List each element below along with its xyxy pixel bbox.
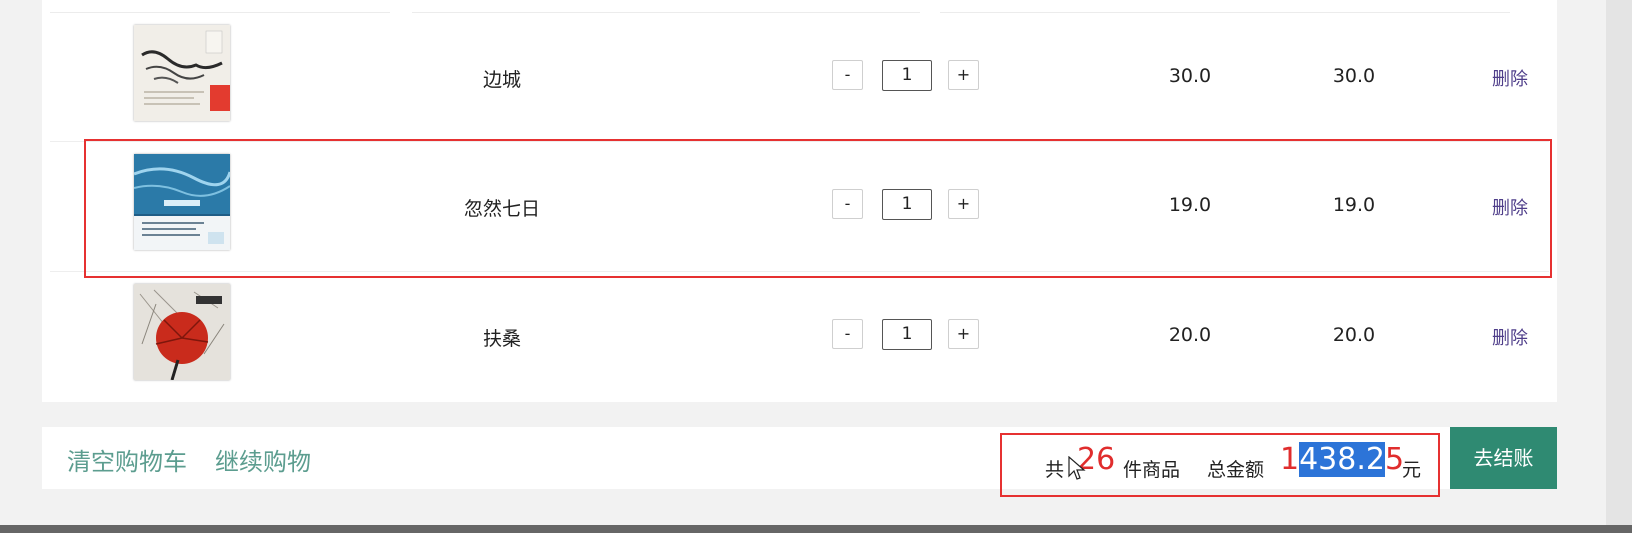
item-count-suffix: 件商品 xyxy=(1123,459,1181,481)
continue-shopping-link[interactable]: 继续购物 xyxy=(215,442,311,477)
unit-price: 30.0 xyxy=(1168,65,1212,87)
book-cover-image[interactable] xyxy=(134,25,230,121)
quantity-decrease-button[interactable]: - xyxy=(832,319,863,349)
clear-cart-link[interactable]: 清空购物车 xyxy=(67,442,187,477)
delete-link[interactable]: 删除 xyxy=(1492,65,1528,91)
book-title: 边城 xyxy=(482,69,521,91)
table-row: 扶桑 - 1 + 20.0 20.0 删除 xyxy=(42,271,1557,401)
delete-link[interactable]: 删除 xyxy=(1492,324,1528,350)
row-subtotal: 20.0 xyxy=(1332,324,1376,346)
row-highlight-annotation xyxy=(84,139,1552,278)
quantity-increase-button[interactable]: + xyxy=(948,60,979,90)
mouse-cursor-icon xyxy=(1068,455,1086,482)
bottom-edge-bar xyxy=(0,525,1632,533)
total-amount-part: 1 xyxy=(1280,442,1300,477)
total-amount: 1438.25 xyxy=(1280,442,1404,477)
total-prefix: 共 xyxy=(1045,459,1065,481)
row-subtotal: 30.0 xyxy=(1332,65,1376,87)
currency-label: 元 xyxy=(1402,459,1422,481)
total-amount-label: 总金额 xyxy=(1207,459,1265,481)
table-row: 边城 - 1 + 30.0 30.0 删除 xyxy=(42,12,1557,142)
quantity-input[interactable]: 1 xyxy=(882,319,932,350)
book-title: 扶桑 xyxy=(482,328,521,350)
quantity-input[interactable]: 1 xyxy=(882,60,932,91)
book-cover-image[interactable] xyxy=(134,284,230,380)
quantity-increase-button[interactable]: + xyxy=(948,319,979,349)
total-amount-selection: 438.2 xyxy=(1299,442,1385,477)
unit-price: 20.0 xyxy=(1168,324,1212,346)
checkout-button[interactable]: 去结账 xyxy=(1450,427,1557,489)
right-edge-strip xyxy=(1606,0,1632,525)
quantity-decrease-button[interactable]: - xyxy=(832,60,863,90)
